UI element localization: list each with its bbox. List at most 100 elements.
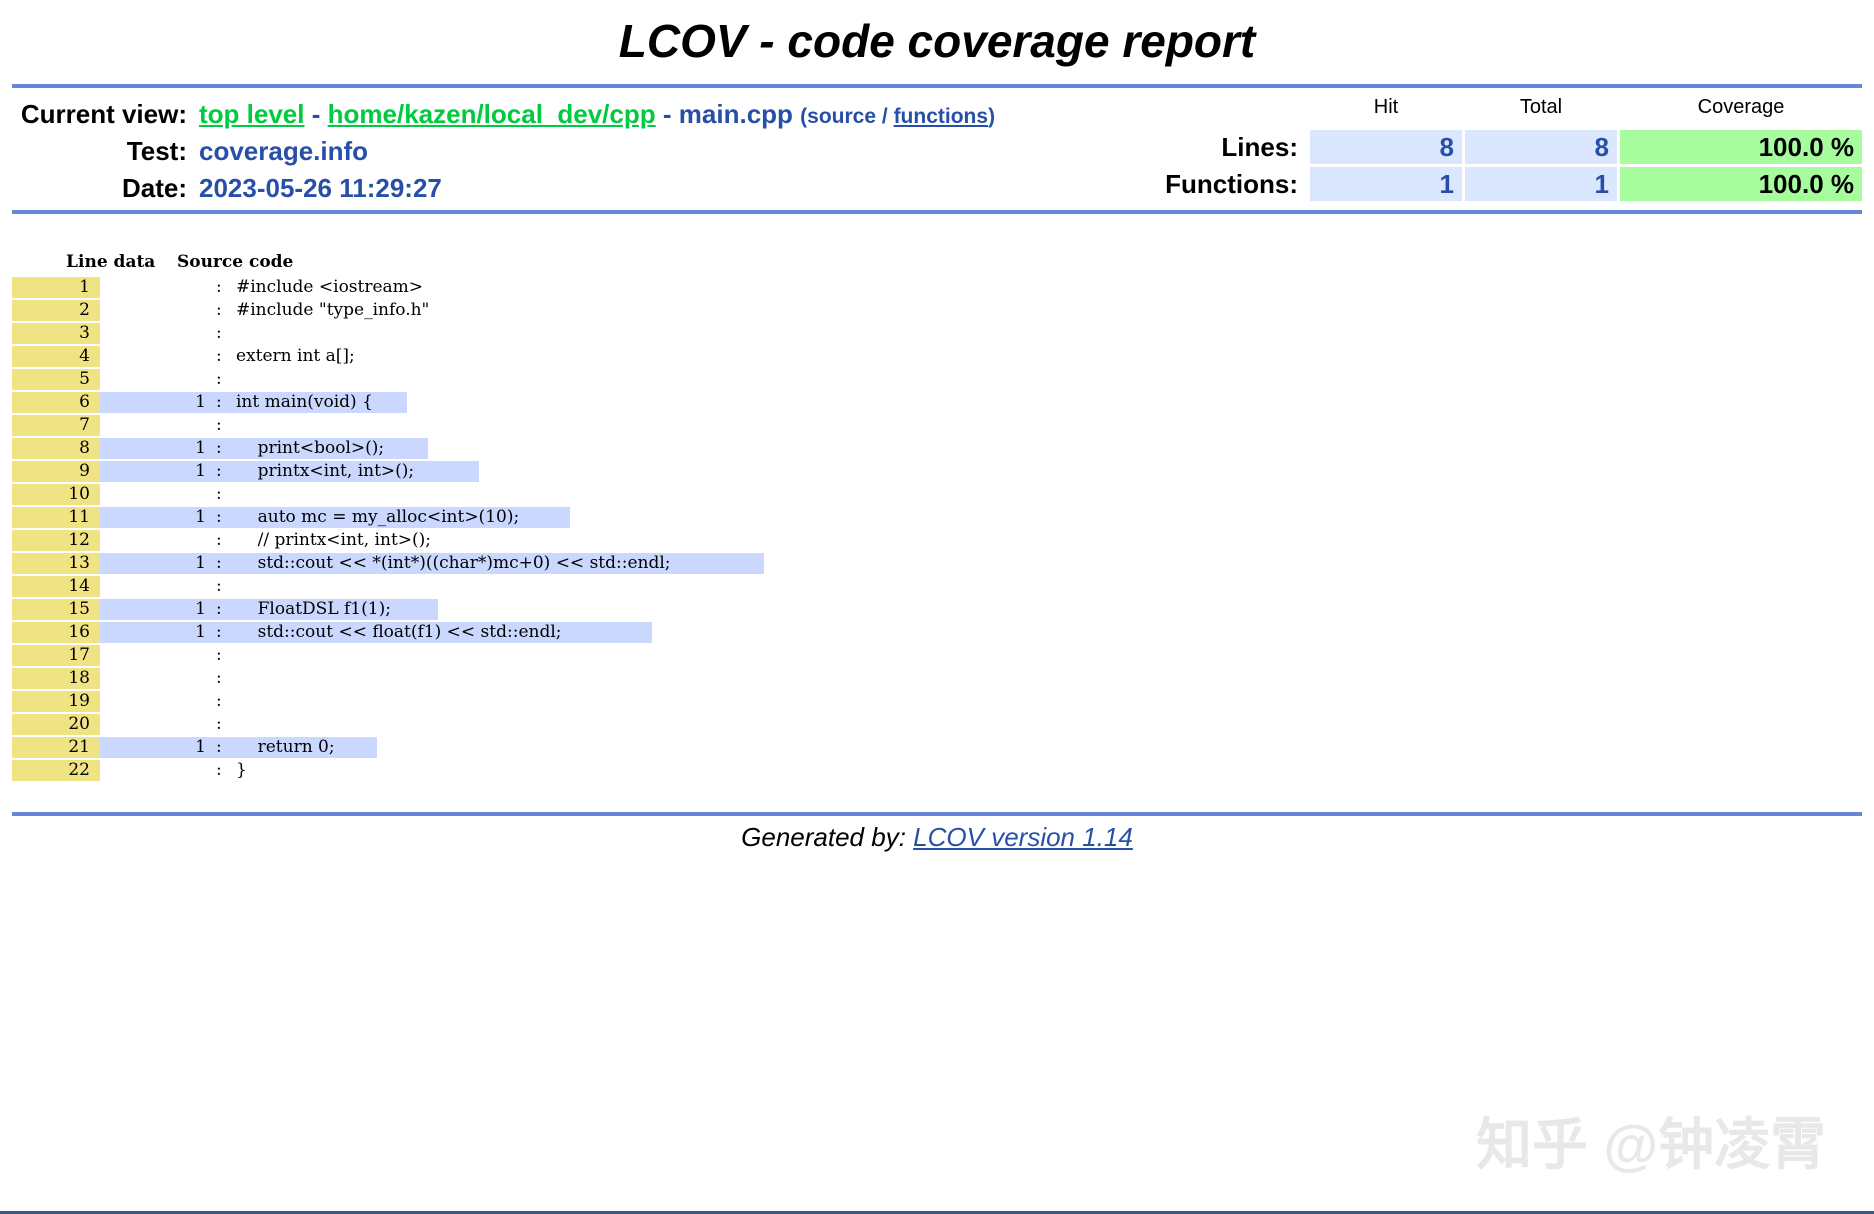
directory-link[interactable]: home/kazen/local_dev/cpp — [328, 99, 656, 129]
separator-colon: : — [216, 507, 222, 527]
separator-colon: : — [216, 691, 222, 711]
separator-colon: : — [216, 300, 222, 320]
date-row: Date: 2023-05-26 11:29:27 — [12, 170, 442, 207]
current-view-label: Current view: — [20, 99, 187, 129]
header-rule — [12, 210, 1862, 214]
hit-count: 1 — [195, 622, 206, 642]
code-line: 9 1: printx<int, int>(); — [12, 460, 1862, 483]
source-view-label: source — [807, 105, 877, 128]
current-view-row: Current view: top level - home/kazen/loca… — [12, 96, 995, 133]
source-text: auto mc = my_alloc<int>(10); — [236, 507, 520, 527]
footer-rule — [12, 812, 1862, 816]
source-code-heading: Source code — [176, 252, 294, 272]
line-number: 7 — [12, 415, 100, 436]
separator-colon: : — [216, 438, 222, 458]
code-line: 3: — [12, 322, 1862, 345]
separator-colon: : — [216, 346, 222, 366]
line-number: 13 — [12, 553, 100, 574]
separator-colon: : — [216, 622, 222, 642]
functions-link[interactable]: functions — [894, 105, 989, 128]
breadcrumb-sep: - — [662, 99, 672, 129]
code-line: 14: — [12, 575, 1862, 598]
file-name: main.cpp — [678, 99, 793, 129]
view-switch: (source / functions) — [800, 105, 995, 128]
code-line: 18: — [12, 667, 1862, 690]
code-line: 20: — [12, 713, 1862, 736]
line-number: 1 — [12, 277, 100, 298]
code-lines: 1: #include <iostream> 2: #include "type_in… — [12, 276, 1862, 782]
code-line: 2: #include "type_info.h" — [12, 299, 1862, 322]
lines-total: 8 — [1465, 130, 1617, 164]
listing-header: Line data Source code — [12, 248, 1862, 276]
footer: Generated by: LCOV version 1.14 — [0, 822, 1874, 853]
hit-count: 1 — [195, 392, 206, 412]
date-label: Date: — [121, 173, 187, 203]
source-text: extern int a[]; — [236, 346, 355, 366]
separator-colon: : — [216, 576, 222, 596]
lines-coverage: 100.0 % — [1620, 130, 1862, 164]
separator-colon: : — [216, 461, 222, 481]
separator-colon: : — [216, 530, 222, 550]
separator-colon: : — [216, 645, 222, 665]
breadcrumb-sep: - — [311, 99, 321, 129]
line-number: 10 — [12, 484, 100, 505]
source-text: std::cout << *(int*)((char*)mc+0) << std… — [236, 553, 671, 573]
hit-count: 1 — [195, 438, 206, 458]
hit-count: 1 — [195, 507, 206, 527]
code-line: 7: — [12, 414, 1862, 437]
code-line: 6 1: int main(void) { — [12, 391, 1862, 414]
line-number: 8 — [12, 438, 100, 459]
code-line: 22:} — [12, 759, 1862, 782]
line-number: 14 — [12, 576, 100, 597]
code-line: 8 1: print<bool>(); — [12, 437, 1862, 460]
source-text: #include "type_info.h" — [236, 300, 430, 320]
source-text: } — [236, 760, 247, 780]
source-text: #include <iostream> — [236, 277, 424, 297]
col-head-total: Total — [1519, 96, 1563, 118]
hit-count: 1 — [195, 553, 206, 573]
code-line: 19: — [12, 690, 1862, 713]
line-number: 2 — [12, 300, 100, 321]
line-number: 11 — [12, 507, 100, 528]
separator-colon: : — [216, 668, 222, 688]
separator-colon: : — [216, 484, 222, 504]
top-level-link[interactable]: top level — [199, 99, 304, 129]
separator-colon: : — [216, 415, 222, 435]
functions-coverage: 100.0 % — [1620, 167, 1862, 201]
page-title: LCOV - code coverage report — [618, 15, 1256, 67]
separator-colon: : — [216, 737, 222, 757]
col-head-hit: Hit — [1373, 96, 1399, 118]
line-number: 16 — [12, 622, 100, 643]
line-number: 3 — [12, 323, 100, 344]
paren-close: ) — [988, 105, 996, 128]
line-number: 19 — [12, 691, 100, 712]
code-line: 1: #include <iostream> — [12, 276, 1862, 299]
line-data-heading: Line data — [66, 252, 156, 272]
source-text: printx<int, int>(); — [236, 461, 415, 481]
separator-colon: : — [216, 599, 222, 619]
hit-count: 1 — [195, 461, 206, 481]
code-line: 17: — [12, 644, 1862, 667]
test-label: Test: — [126, 136, 187, 166]
footer-prefix: Generated by: — [741, 822, 906, 852]
source-text: print<bool>(); — [236, 438, 385, 458]
line-number: 4 — [12, 346, 100, 367]
source-listing: Line data Source code 1: #include <iostre… — [12, 248, 1862, 782]
line-number: 22 — [12, 760, 100, 781]
line-number: 17 — [12, 645, 100, 666]
source-text: int main(void) { — [236, 392, 373, 412]
separator-colon: : — [216, 392, 222, 412]
functions-label: Functions: — [1165, 169, 1298, 199]
separator-colon: : — [216, 323, 222, 343]
code-line: 11 1: auto mc = my_alloc<int>(10); — [12, 506, 1862, 529]
lcov-version-link[interactable]: LCOV version 1.14 — [913, 822, 1133, 852]
code-line: 12: // printx<int, int>(); — [12, 529, 1862, 552]
line-number: 5 — [12, 369, 100, 390]
line-number: 15 — [12, 599, 100, 620]
line-number: 18 — [12, 668, 100, 689]
code-line: 15 1: FloatDSL f1(1); — [12, 598, 1862, 621]
line-number: 20 — [12, 714, 100, 735]
watermark: 知乎 @钟凌霄 — [1476, 1113, 1827, 1176]
code-line: 13 1: std::cout << *(int*)((char*)mc+0) <… — [12, 552, 1862, 575]
source-text: // printx<int, int>(); — [236, 530, 432, 550]
